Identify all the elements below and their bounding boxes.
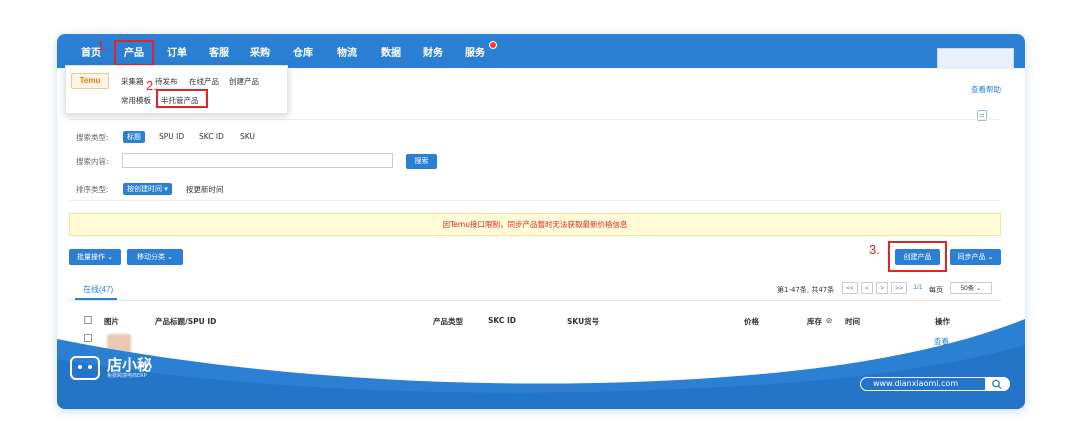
search-button[interactable]: 搜索 bbox=[406, 154, 437, 169]
sort-by-created-option[interactable]: 按创建时间 ▾ bbox=[123, 183, 172, 195]
pagination-summary: 第1-47条, 共47条 bbox=[777, 286, 835, 294]
notification-dot bbox=[489, 41, 497, 49]
sort-by-updated-option[interactable]: 按更新时间 bbox=[186, 184, 224, 195]
search-content-label: 搜索内容: bbox=[76, 157, 109, 166]
tab-divider bbox=[69, 300, 1001, 301]
help-link[interactable]: 查看帮助 bbox=[971, 84, 1001, 95]
nav-data[interactable]: 数据 bbox=[381, 44, 401, 59]
menu-item-templates[interactable]: 常用模板 bbox=[121, 95, 151, 106]
nav-customer-service[interactable]: 客服 bbox=[209, 44, 229, 59]
app-window: 首页 产品 订单 客服 采购 仓库 物流 数据 财务 服务 1. Temu 采集… bbox=[57, 34, 1025, 409]
sync-products-label: 同步产品 bbox=[957, 253, 986, 261]
search-type-title-option[interactable]: 标题 bbox=[123, 131, 145, 143]
menu-item-collection-box[interactable]: 采集箱 bbox=[121, 76, 144, 87]
search-type-spu-id[interactable]: SPU ID bbox=[159, 132, 184, 141]
bulk-operations-label: 批量操作 bbox=[76, 253, 105, 261]
pagination-first-button[interactable]: << bbox=[842, 282, 858, 294]
search-icon[interactable] bbox=[985, 377, 1010, 391]
annotation-box-products bbox=[114, 40, 154, 66]
menu-item-create-product[interactable]: 创建产品 bbox=[229, 76, 259, 87]
menu-item-online-products[interactable]: 在线产品 bbox=[189, 76, 219, 87]
sort-by-created-label: 按创建时间 bbox=[127, 185, 162, 193]
pagination-next-button[interactable]: > bbox=[876, 282, 888, 294]
annotation-step-3: 3. bbox=[869, 242, 880, 257]
sync-products-button[interactable]: 同步产品 ⌄ bbox=[950, 249, 1001, 265]
products-dropdown-menu: Temu 采集箱 待发布 在线产品 创建产品 常用模板 半托管产品 2. bbox=[65, 65, 288, 114]
pagination-page-indicator: 1/1 bbox=[910, 282, 926, 294]
create-product-button[interactable]: 创建产品 bbox=[895, 249, 940, 265]
nav-finance[interactable]: 财务 bbox=[423, 44, 443, 59]
nav-logistics[interactable]: 物流 bbox=[337, 44, 357, 59]
per-page-label: 每页 bbox=[929, 286, 943, 294]
brand-tagline: 免费跨境电商ERP bbox=[107, 373, 147, 379]
pagination-prev-button[interactable]: < bbox=[861, 282, 873, 294]
footer-wave bbox=[57, 319, 1025, 409]
search-type-skc-id[interactable]: SKC ID bbox=[199, 132, 224, 141]
notice-bar: 因Temu接口限制，同步产品暂时无法获取最新价格信息 bbox=[69, 213, 1001, 236]
sort-type-label: 排序类型: bbox=[76, 185, 109, 194]
per-page-select[interactable]: 50条 ⌄ bbox=[950, 282, 992, 294]
search-type-sku[interactable]: SKU bbox=[240, 132, 255, 141]
nav-services[interactable]: 服务 bbox=[465, 44, 485, 59]
temu-badge[interactable]: Temu bbox=[71, 73, 109, 89]
nav-orders[interactable]: 订单 bbox=[167, 44, 187, 59]
move-category-button[interactable]: 移动分类 ⌄ bbox=[127, 249, 183, 265]
account-area[interactable] bbox=[937, 48, 1014, 69]
bulk-operations-button[interactable]: 批量操作 ⌄ bbox=[69, 249, 121, 265]
tab-online[interactable]: 在线(47) bbox=[83, 284, 113, 295]
annotation-step-1: 1. bbox=[97, 38, 108, 53]
top-nav: 首页 产品 订单 客服 采购 仓库 物流 数据 财务 服务 bbox=[57, 34, 1025, 69]
per-page-value: 50条 bbox=[960, 285, 975, 292]
search-type-label: 搜索类型: bbox=[76, 133, 109, 142]
tab-active-indicator bbox=[75, 298, 117, 300]
move-category-label: 移动分类 bbox=[136, 253, 165, 261]
robot-logo-icon bbox=[70, 356, 100, 380]
nav-purchasing[interactable]: 采购 bbox=[250, 44, 270, 59]
nav-warehouse[interactable]: 仓库 bbox=[293, 44, 313, 59]
pagination-last-button[interactable]: >> bbox=[891, 282, 907, 294]
annotation-box-semi-managed bbox=[156, 89, 208, 108]
menu-item-pending-publish[interactable]: 待发布 bbox=[155, 76, 178, 87]
search-input[interactable] bbox=[122, 153, 393, 168]
